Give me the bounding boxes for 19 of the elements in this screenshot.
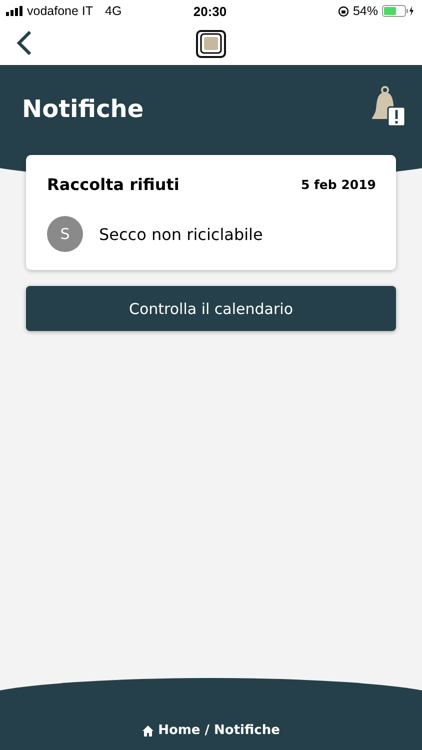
logo-icon [195, 28, 227, 58]
calendar-button[interactable]: Controlla il calendario [26, 286, 396, 331]
signal-icon [6, 6, 23, 16]
battery-icon [382, 5, 414, 17]
home-icon[interactable] [142, 724, 154, 736]
carrier-name: vodafone IT [27, 4, 94, 18]
clock-time: 20:30 [193, 4, 227, 18]
page-title: Notifiche [22, 95, 144, 123]
network-type: 4G [105, 4, 122, 18]
notification-date: 5 feb 2019 [300, 177, 376, 192]
notification-card[interactable]: Raccolta rifiuti 5 feb 2019 S Secco non riciclabile [26, 155, 396, 270]
notification-title: Raccolta rifiuti [47, 175, 180, 194]
bell-alert-icon[interactable] [370, 85, 406, 127]
rotation-lock-icon [338, 6, 349, 16]
category-avatar: S [47, 216, 83, 252]
breadcrumb-path: Home / Notifiche [158, 723, 280, 738]
battery-percent: 54% [352, 4, 378, 18]
waste-type: Secco non riciclabile [99, 224, 263, 244]
back-icon[interactable] [16, 30, 32, 56]
